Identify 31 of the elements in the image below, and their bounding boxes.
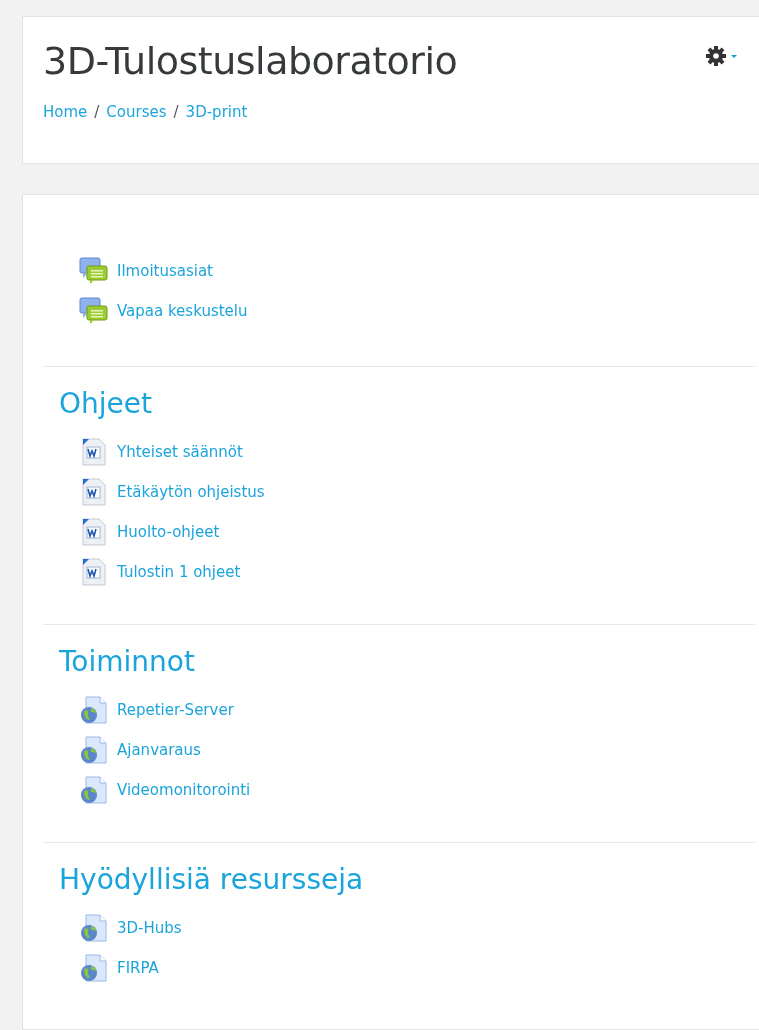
section-title: Ohjeet [59, 387, 153, 420]
section-title: Hyödyllisiä resursseja [59, 863, 365, 896]
section-title: Toiminnot [59, 645, 196, 678]
chat-bubbles-icon [79, 257, 109, 285]
word-document-icon [79, 518, 109, 546]
globe-page-icon [79, 696, 109, 724]
word-document-icon [79, 558, 109, 586]
word-document-icon [79, 438, 109, 466]
breadcrumb-separator: / [173, 103, 179, 121]
activity-link[interactable]: Vapaa keskustelu [117, 302, 248, 320]
word-document-icon [79, 478, 109, 506]
activity-link[interactable]: Etäkäytön ohjeistus [117, 483, 265, 501]
breadcrumb-link[interactable]: Home [43, 103, 88, 121]
activity-link[interactable]: Repetier-Server [117, 701, 234, 719]
activity-link[interactable]: Yhteiset säännöt [117, 443, 243, 461]
activity-link[interactable]: Ajanvaraus [117, 741, 201, 759]
activity-link[interactable]: Videomonitorointi [117, 781, 251, 799]
page-title: 3D-Tulostuslaboratorio [43, 39, 458, 83]
breadcrumb-separator: / [94, 103, 100, 121]
chat-bubbles-icon [79, 297, 109, 325]
breadcrumb-link[interactable]: Courses [106, 103, 167, 121]
breadcrumb-link[interactable]: 3D-print [185, 103, 248, 121]
globe-page-icon [79, 914, 109, 942]
activity-link[interactable]: Ilmoitusasiat [117, 262, 213, 280]
activity-link[interactable]: FIRPA [117, 959, 159, 977]
globe-page-icon [79, 776, 109, 804]
globe-page-icon [79, 736, 109, 764]
activity-link[interactable]: Huolto-ohjeet [117, 523, 220, 541]
activity-link[interactable]: 3D-Hubs [117, 919, 182, 937]
activity-link[interactable]: Tulostin 1 ohjeet [117, 563, 241, 581]
globe-page-icon [79, 954, 109, 982]
